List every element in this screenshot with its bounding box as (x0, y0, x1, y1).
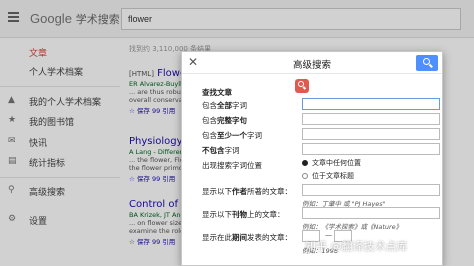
highlight-search-icon (295, 79, 309, 93)
dialog-search-button[interactable] (416, 55, 438, 71)
location-anywhere-radio[interactable]: 文章中任何位置 (302, 158, 361, 168)
all-words-label: 包含全部字词 (202, 101, 247, 110)
publication-input[interactable] (302, 207, 440, 219)
all-words-input[interactable] (302, 98, 440, 110)
location-title-radio[interactable]: 位于文章标题 (302, 171, 354, 181)
search-icon (298, 81, 304, 87)
word-location-label: 出现搜索字词位置 (202, 161, 262, 170)
without-words-label: 不包含字词 (202, 146, 240, 155)
watermark: 知乎 @翻译技术点库 (305, 240, 408, 253)
advanced-search-dialog: ✕ 高级搜索 查找文章 包含全部字词 包含完整字句 包含至少一个字词 不包含字词… (181, 51, 443, 266)
exact-phrase-label: 包含完整字句 (202, 116, 247, 125)
publication-label: 显示以下刊物上的文章： (202, 210, 285, 219)
radio-checked-icon (302, 160, 308, 166)
dialog-title: 高级搜索 (292, 60, 331, 71)
without-words-input[interactable] (302, 143, 440, 155)
radio-unchecked-icon (302, 173, 308, 179)
author-input[interactable] (302, 184, 440, 196)
find-articles-heading: 查找文章 (202, 88, 232, 97)
dialog-header: ✕ 高级搜索 (182, 52, 442, 74)
date-range-label: 显示在此期间发表的文章： (202, 233, 292, 242)
search-icon (423, 58, 430, 65)
any-words-label: 包含至少一个字词 (202, 131, 262, 140)
author-label: 显示以下作者所著的文章： (202, 187, 292, 196)
exact-phrase-input[interactable] (302, 113, 440, 125)
any-words-input[interactable] (302, 128, 440, 140)
